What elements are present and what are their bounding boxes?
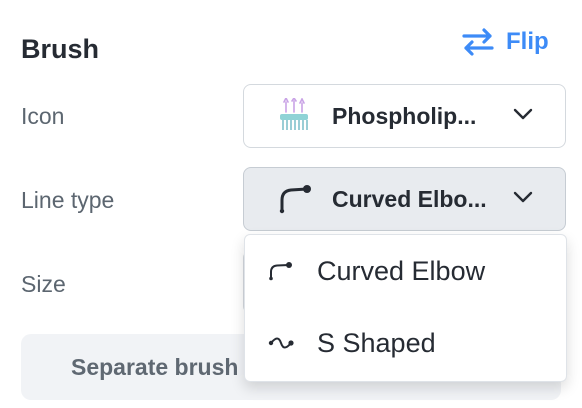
flip-button[interactable]: Flip <box>460 28 549 56</box>
icon-select[interactable]: Phospholip... <box>243 84 566 148</box>
phospholipid-icon <box>268 94 320 138</box>
separate-brush-label: Separate brush <box>71 353 239 380</box>
icon-select-value: Phospholip... <box>332 102 477 129</box>
panel-title: Brush <box>21 34 100 64</box>
chevron-down-icon <box>513 108 533 120</box>
swap-arrows-icon <box>462 28 494 56</box>
dropdown-option-label: Curved Elbow <box>317 255 486 286</box>
icon-field-label: Icon <box>21 103 65 129</box>
line-type-dropdown-menu: Curved Elbow S Shaped <box>244 234 567 382</box>
curved-elbow-icon <box>268 177 320 221</box>
chevron-down-icon <box>513 191 533 203</box>
line-type-select-value: Curved Elbo... <box>332 185 487 212</box>
brush-panel: Brush Flip Icon Phospholip... Line type … <box>0 0 582 408</box>
dropdown-option-label: S Shaped <box>317 327 436 358</box>
curved-elbow-icon <box>269 262 292 281</box>
dropdown-option-s-shaped[interactable]: S Shaped <box>245 313 566 373</box>
line-type-select[interactable]: Curved Elbo... <box>243 167 566 231</box>
flip-label: Flip <box>506 28 549 55</box>
line-type-field-label: Line type <box>21 187 115 213</box>
size-field-label: Size <box>21 271 66 297</box>
dropdown-option-curved-elbow[interactable]: Curved Elbow <box>245 241 566 301</box>
s-shaped-icon <box>268 337 294 349</box>
